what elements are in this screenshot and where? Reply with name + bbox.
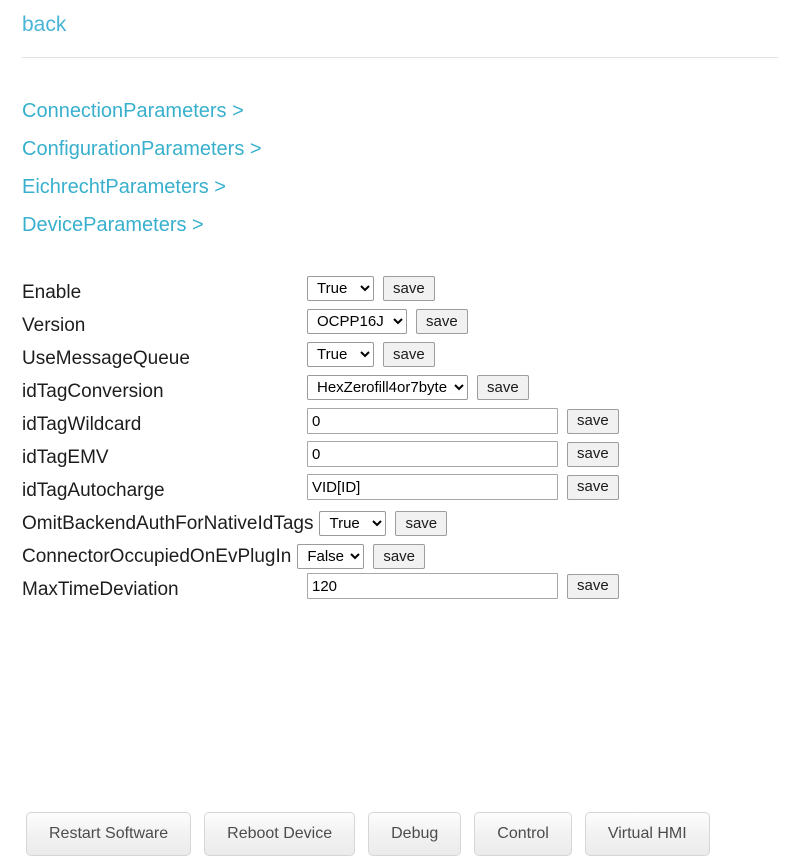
setting-control-group: TrueFalse save xyxy=(319,511,448,536)
save-button[interactable]: save xyxy=(567,441,619,467)
save-button[interactable]: save xyxy=(567,474,619,500)
setting-select[interactable]: OCPP16JOCPP16SOCPP20J xyxy=(307,309,407,334)
setting-row: UseMessageQueue TrueFalse save xyxy=(22,342,782,375)
action-button[interactable]: Debug xyxy=(368,812,462,856)
settings-form: Enable TrueFalse save Version OCPP16JOCPP16S… xyxy=(22,276,782,606)
save-button[interactable]: save xyxy=(383,276,435,301)
setting-label: UseMessageQueue xyxy=(22,348,190,369)
setting-control-group: save xyxy=(307,474,619,500)
setting-select[interactable]: TrueFalse xyxy=(307,342,374,367)
setting-label: OmitBackendAuthForNativeIdTags xyxy=(22,513,314,534)
setting-label: idTagAutocharge xyxy=(22,480,165,501)
setting-label: MaxTimeDeviation xyxy=(22,579,179,600)
setting-text-input[interactable] xyxy=(307,573,558,599)
save-button[interactable]: save xyxy=(395,511,448,536)
setting-select[interactable]: TrueFalse xyxy=(297,544,365,569)
setting-control-group: save xyxy=(307,441,619,467)
save-button[interactable]: save xyxy=(477,375,529,400)
back-nav: back xyxy=(22,13,66,37)
save-button[interactable]: save xyxy=(373,544,426,569)
setting-select[interactable]: HexZerofill4or7byteHexDecimalNone xyxy=(307,375,468,400)
setting-select[interactable]: TrueFalse xyxy=(307,276,374,301)
setting-label: Version xyxy=(22,315,86,336)
parameter-group-links: ConnectionParameters > ConfigurationParam… xyxy=(22,92,262,244)
param-group-link[interactable]: ConnectionParameters > xyxy=(22,92,262,130)
action-button[interactable]: Control xyxy=(474,812,572,856)
setting-control-group: OCPP16JOCPP16SOCPP20J save xyxy=(307,309,468,334)
action-button-bar: Restart Software Reboot Device Debug Contro… xyxy=(26,812,723,856)
action-button[interactable]: Reboot Device xyxy=(204,812,356,856)
setting-row: Enable TrueFalse save xyxy=(22,276,782,309)
setting-row: Version OCPP16JOCPP16SOCPP20J save xyxy=(22,309,782,342)
device-parameters-page: back ConnectionParameters > Configuration… xyxy=(0,0,800,866)
setting-control-group: HexZerofill4or7byteHexDecimalNone save xyxy=(307,375,529,400)
setting-row: idTagConversion HexZerofill4or7byteHexDec… xyxy=(22,375,782,408)
save-button[interactable]: save xyxy=(416,309,468,334)
setting-control-group: TrueFalse save xyxy=(307,342,435,367)
setting-control-group: TrueFalse save xyxy=(297,544,426,569)
save-button[interactable]: save xyxy=(567,573,619,599)
setting-label: ConnectorOccupiedOnEvPlugIn xyxy=(22,546,292,567)
param-group-link[interactable]: DeviceParameters > xyxy=(22,206,262,244)
header-divider xyxy=(22,57,778,58)
setting-label: idTagConversion xyxy=(22,381,164,402)
setting-text-input[interactable] xyxy=(307,474,558,500)
save-button[interactable]: save xyxy=(567,408,619,434)
setting-row: idTagWildcard save xyxy=(22,408,782,441)
setting-row: MaxTimeDeviation save xyxy=(22,573,782,606)
setting-select[interactable]: TrueFalse xyxy=(319,511,387,536)
setting-text-input[interactable] xyxy=(307,408,558,434)
setting-row: idTagEMV save xyxy=(22,441,782,474)
back-link[interactable]: back xyxy=(22,13,66,36)
setting-control-group: TrueFalse save xyxy=(307,276,435,301)
setting-label: idTagEMV xyxy=(22,447,109,468)
setting-label: idTagWildcard xyxy=(22,414,142,435)
action-button[interactable]: Virtual HMI xyxy=(584,812,710,856)
save-button[interactable]: save xyxy=(383,342,435,367)
action-button[interactable]: Restart Software xyxy=(26,812,192,856)
setting-row: ConnectorOccupiedOnEvPlugInTrueFalse save xyxy=(22,540,782,573)
setting-row: OmitBackendAuthForNativeIdTagsTrueFalse s… xyxy=(22,507,782,540)
setting-label: Enable xyxy=(22,282,82,303)
setting-control-group: save xyxy=(307,408,619,434)
setting-control-group: save xyxy=(307,573,619,599)
param-group-link[interactable]: EichrechtParameters > xyxy=(22,168,262,206)
setting-text-input[interactable] xyxy=(307,441,558,467)
param-group-link[interactable]: ConfigurationParameters > xyxy=(22,130,262,168)
setting-row: idTagAutocharge save xyxy=(22,474,782,507)
